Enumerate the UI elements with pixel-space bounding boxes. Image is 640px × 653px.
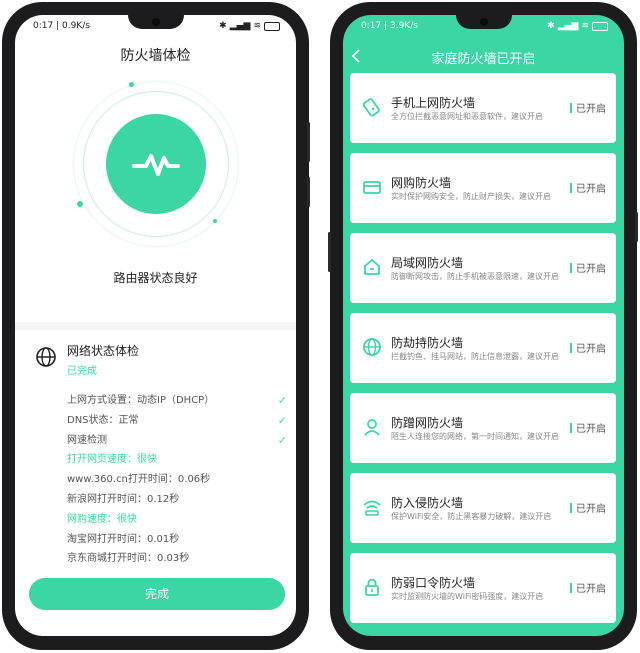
status-time: 0:17 (33, 21, 54, 31)
card-icon (363, 181, 381, 194)
side-button (328, 232, 331, 272)
state-bar (570, 582, 572, 593)
ring-dot (77, 201, 83, 207)
router-state: 路由器状态良好 (113, 271, 198, 285)
card-desc: 保护WiFi安全，防止黑客暴力破解，建议开启 (391, 512, 552, 521)
user-icon (364, 419, 380, 436)
battery-icon (592, 21, 608, 31)
page-title: 防火墙体检 (120, 48, 191, 64)
power-button (635, 212, 638, 242)
left-phone: 0:17 | 0.9K/s ✱ ▂▄▆ ≋ 防火墙体检 路由器状态良好 网络状态… (2, 2, 310, 650)
volume-button (307, 122, 310, 162)
right-screen: 0:17 | 3.9K/s ✱ ▂▄▆ ≋ 家庭防火墙已开启 手机上网防火墙 全… (343, 15, 624, 636)
toggle-state[interactable]: 已开启 (570, 100, 606, 115)
pulse-icon (132, 154, 180, 176)
list-item: 打开网页速度：很快 (67, 454, 157, 466)
globe-icon (363, 338, 381, 356)
card-title: 防弱口令防火墙 (391, 576, 476, 590)
card-title: 局域网防火墙 (391, 256, 464, 270)
card-title: 网购防火墙 (391, 176, 452, 190)
state-bar (570, 182, 572, 193)
firewall-card-hijack[interactable]: 防劫持防火墙 拦截钓鱼、挂马网站，防止信息泄露，建议开启 已开启 (350, 313, 616, 383)
section-title: 网络状态体检 (67, 344, 140, 358)
lock-icon (365, 578, 379, 596)
state-bar (570, 102, 572, 113)
card-title: 防劫持防火墙 (391, 336, 464, 350)
list-item: 京东商城打开时间：0.03秒 (67, 553, 190, 565)
card-title: 防蹭网防火墙 (391, 416, 464, 430)
card-desc: 实时监测防火墙的WiFi密码强度，建议开启 (391, 592, 544, 601)
check-icon: ✓ (277, 394, 287, 407)
card-desc: 实时保护网购安全，防止财产损失，建议开启 (391, 192, 551, 201)
home-icon (364, 259, 380, 275)
page-title: 家庭防火墙已开启 (431, 52, 536, 67)
status-time-speed: 0:17 | 0.9K/s (33, 21, 90, 31)
list-item: 网速检测 ✓ (67, 431, 287, 451)
list-item: www.360.cn打开时间：0.06秒 (67, 474, 211, 486)
list-item: 新浪网打开时间：0.12秒 (67, 493, 180, 505)
toggle-state[interactable]: 已开启 (570, 500, 606, 515)
status-speed: 3.9K/s (389, 21, 418, 31)
state-bar (570, 422, 572, 433)
signal-icon: ▂▄▆ (557, 21, 579, 31)
done-button[interactable]: 完成 (29, 578, 285, 610)
card-desc: 防御断网攻击，防止手机被恶意限速，建议开启 (391, 272, 559, 281)
status-speed: 0.9K/s (61, 21, 90, 31)
card-desc: 全方位拦截恶意网址和恶意软件，建议开启 (391, 112, 543, 121)
ring-dot (129, 82, 134, 87)
check-icon: ✓ (277, 413, 287, 427)
firewall-card-mobile[interactable]: 手机上网防火墙 全方位拦截恶意网址和恶意软件，建议开启 已开启 (350, 73, 616, 143)
section-status: 已完成 (67, 366, 97, 377)
firewall-card-lan[interactable]: 局域网防火墙 防御断网攻击，防止手机被恶意限速，建议开启 已开启 (350, 233, 616, 303)
right-phone: 0:17 | 3.9K/s ✱ ▂▄▆ ≋ 家庭防火墙已开启 手机上网防火墙 全… (328, 2, 638, 650)
left-screen: 0:17 | 0.9K/s ✱ ▂▄▆ ≋ 防火墙体检 路由器状态良好 网络状态… (15, 15, 296, 636)
section-divider (15, 322, 296, 330)
toggle-state[interactable]: 已开启 (570, 260, 606, 275)
card-desc: 陌生人连接您的网络，第一时间通知，建议开启 (391, 432, 559, 441)
toggle-state[interactable]: 已开启 (570, 180, 606, 195)
wifi-status-icon: ≋ (253, 21, 261, 31)
state-bar (570, 502, 572, 513)
wifi-icon (363, 500, 381, 516)
toggle-state[interactable]: 已开启 (570, 580, 606, 595)
firewall-card-intrusion[interactable]: 防入侵防火墙 保护WiFi安全，防止黑客暴力破解，建议开启 已开启 (350, 473, 616, 543)
battery-icon (264, 21, 280, 31)
card-title: 手机上网防火墙 (391, 96, 476, 110)
firewall-card-shopping[interactable]: 网购防火墙 实时保护网购安全，防止财产损失，建议开启 已开启 (350, 153, 616, 223)
check-list: 上网方式设置：动态IP（DHCP） ✓ DNS状态：正常 ✓ 网速检测 ✓ 打开网页速… (67, 391, 287, 569)
state-bar (570, 262, 572, 273)
list-item: 上网方式设置：动态IP（DHCP） ✓ (67, 391, 287, 411)
firewall-card-freeloader[interactable]: 防蹭网防火墙 陌生人连接您的网络，第一时间通知，建议开启 已开启 (350, 393, 616, 463)
health-ring (73, 81, 239, 247)
bluetooth-icon: ✱ (547, 21, 555, 31)
card-title: 防入侵防火墙 (391, 496, 464, 510)
notch (455, 15, 512, 29)
status-icons: ✱ ▂▄▆ ≋ (219, 21, 280, 31)
list-item: DNS状态：正常 ✓ (67, 411, 287, 431)
ring-dot (213, 219, 217, 223)
list-item: 网购速度：很快 (67, 513, 137, 525)
bluetooth-icon: ✱ (219, 21, 227, 31)
status-icons: ✱ ▂▄▆ ≋ (547, 21, 608, 31)
firewall-card-weak-password[interactable]: 防弱口令防火墙 实时监测防火墙的WiFi密码强度，建议开启 已开启 (350, 553, 616, 623)
toggle-state[interactable]: 已开启 (570, 340, 606, 355)
signal-icon: ▂▄▆ (229, 21, 251, 31)
wifi-status-icon: ≋ (581, 21, 589, 31)
check-icon: ✓ (277, 433, 287, 447)
state-bar (570, 342, 572, 353)
list-item: 淘宝网打开时间：0.01秒 (67, 533, 180, 545)
card-desc: 拦截钓鱼、挂马网站，防止信息泄露，建议开启 (391, 352, 559, 361)
phone-shield-icon (362, 98, 380, 117)
globe-icon (36, 347, 56, 367)
pulse-circle (106, 114, 206, 214)
power-button (307, 177, 310, 207)
status-time-speed: 0:17 | 3.9K/s (361, 21, 418, 31)
status-time: 0:17 (361, 21, 382, 31)
notch (127, 15, 184, 29)
toggle-state[interactable]: 已开启 (570, 420, 606, 435)
